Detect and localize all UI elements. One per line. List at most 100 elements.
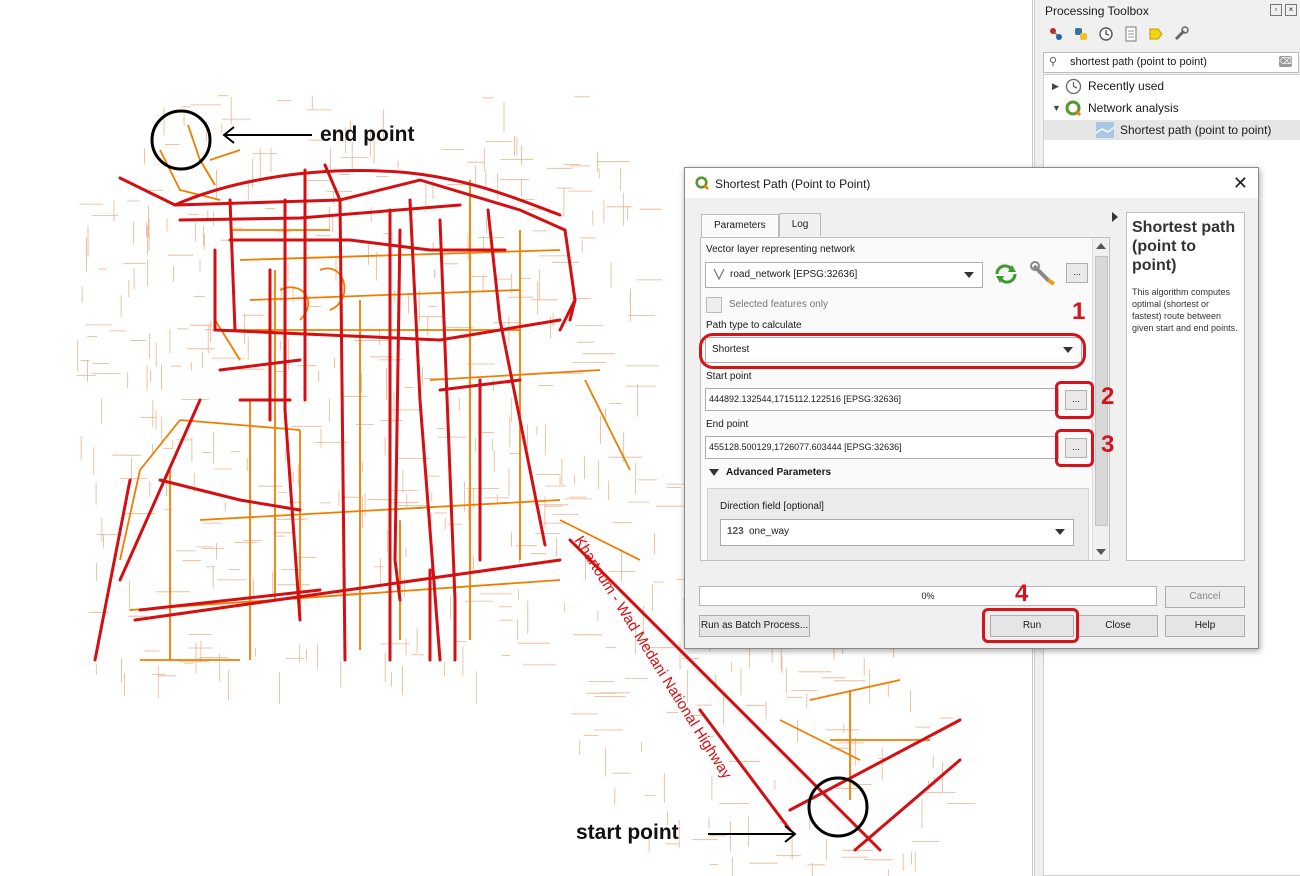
advanced-parameters-group: Direction field [optional] 123 one_way (707, 488, 1089, 560)
tree-item-label: Shortest path (point to point) (1120, 123, 1272, 137)
secondary-road (249, 289, 521, 301)
step-number-4: 4 (1015, 580, 1029, 607)
direction-field-select[interactable]: 123 one_way (720, 519, 1074, 546)
line-layer-icon (712, 267, 726, 284)
network-layer-select[interactable]: road_network [EPSG:32636] (705, 262, 983, 288)
step-number-1: 1 (1072, 298, 1086, 325)
network-layer-value: road_network [EPSG:32636] (730, 269, 858, 280)
python-icon[interactable] (1072, 26, 1089, 43)
chevron-down-icon (1055, 529, 1065, 535)
tree-item-label: Recently used (1088, 79, 1165, 93)
results-viewer-icon[interactable] (1122, 26, 1139, 43)
secondary-road (214, 250, 241, 361)
close-button[interactable]: Close (1078, 615, 1158, 637)
start-point-arrow (708, 825, 797, 843)
models-icon[interactable] (1047, 26, 1064, 43)
end-point-field-label: End point (706, 419, 749, 430)
primary-road (853, 758, 962, 852)
primary-road (118, 398, 202, 582)
help-panel: Shortest path (point to point) This algo… (1126, 212, 1245, 561)
panel-window-buttons: ▫ × (1270, 4, 1297, 16)
expand-right-icon[interactable]: ▶ (1052, 81, 1064, 92)
expand-down-icon[interactable]: ▼ (1052, 103, 1064, 113)
options-wrench-icon[interactable] (1172, 26, 1189, 43)
search-icon: ⚲ (1049, 56, 1058, 68)
scroll-up-icon[interactable] (1096, 243, 1106, 249)
qgis-icon (1064, 99, 1082, 117)
history-icon[interactable] (1097, 26, 1114, 43)
advanced-parameters-label: Advanced Parameters (726, 467, 832, 478)
clear-search-icon[interactable]: ⌫ (1279, 56, 1292, 67)
shortest-path-dialog: Shortest Path (Point to Point) ✕ Paramet… (684, 167, 1259, 649)
primary-road (218, 358, 302, 372)
tab-log[interactable]: Log (778, 213, 822, 236)
secondary-road (209, 149, 241, 161)
path-type-label: Path type to calculate (706, 320, 802, 331)
secondary-road (584, 379, 631, 471)
close-panel-icon[interactable]: × (1285, 4, 1297, 16)
start-point-field-label: Start point (706, 371, 752, 382)
wrench-icon[interactable] (1029, 260, 1057, 291)
primary-road (158, 478, 302, 512)
selected-features-label: Selected features only (729, 299, 828, 310)
tree-item-shortest-path[interactable]: Shortest path (point to point) (1044, 120, 1300, 140)
highlight-start-point-button (1055, 381, 1094, 419)
toolbox-toolbar (1047, 26, 1189, 43)
secondary-road (179, 419, 301, 431)
edit-features-icon[interactable] (1147, 26, 1164, 43)
help-button[interactable]: Help (1165, 615, 1245, 637)
dialog-title: Shortest Path (Point to Point) (715, 177, 871, 191)
highlight-end-point-button (1055, 429, 1094, 467)
end-point-label: end point (320, 123, 415, 146)
tree-item-network-analysis[interactable]: ▼ Network analysis (1052, 98, 1179, 118)
dialog-tabs: Parameters Log (701, 213, 822, 237)
help-description: This algorithm computes optimal (shortes… (1132, 287, 1238, 333)
algorithm-icon (1096, 121, 1114, 139)
help-title: Shortest path (point to point) (1132, 219, 1236, 274)
clock-icon (1064, 77, 1082, 95)
parameters-panel: Vector layer representing network road_n… (700, 237, 1110, 561)
start-point-value: 444892.132544,1715112.122516 [EPSG:32636… (709, 394, 902, 404)
primary-road (788, 718, 962, 812)
end-point-arrow (222, 126, 312, 144)
primary-road (178, 203, 462, 222)
start-point-label: start point (576, 821, 679, 844)
qgis-icon (695, 176, 709, 193)
network-layer-label: Vector layer representing network (706, 244, 855, 255)
advanced-parameters-toggle[interactable]: Advanced Parameters (709, 467, 831, 478)
tab-parameters[interactable]: Parameters (701, 214, 779, 237)
end-point-circle (150, 109, 212, 171)
direction-field-value: one_way (749, 526, 790, 537)
scroll-down-icon[interactable] (1096, 549, 1106, 555)
close-icon[interactable]: ✕ (1233, 173, 1248, 194)
numeric-field-icon: 123 (727, 526, 744, 537)
toolbox-title: Processing Toolbox (1045, 4, 1149, 18)
highlight-path-type (699, 333, 1086, 369)
end-point-input[interactable]: 455128.500129,1726077.603444 [EPSG:32636… (705, 436, 1059, 459)
dialog-titlebar: Shortest Path (Point to Point) ✕ (685, 168, 1258, 198)
search-value: shortest path (point to point) (1070, 56, 1207, 68)
primary-road (438, 218, 457, 662)
chevron-down-icon (964, 272, 974, 278)
start-point-input[interactable]: 444892.132544,1715112.122516 [EPSG:32636… (705, 388, 1059, 411)
step-number-2: 2 (1101, 383, 1115, 410)
toggle-help-panel-icon[interactable] (1112, 212, 1118, 222)
toolbox-search-input[interactable]: ⚲ shortest path (point to point) ⌫ (1043, 52, 1299, 73)
tree-item-recently-used[interactable]: ▶ Recently used (1052, 76, 1164, 96)
progress-bar: 0% (699, 586, 1157, 606)
primary-road (133, 558, 562, 622)
direction-field-label: Direction field [optional] (720, 501, 824, 512)
run-batch-button[interactable]: Run as Batch Process... (699, 615, 810, 637)
primary-road (486, 208, 547, 547)
primary-road (228, 238, 507, 252)
highlight-run-button (982, 608, 1079, 643)
selected-features-checkbox[interactable] (706, 297, 722, 313)
secondary-road (187, 124, 216, 186)
tree-item-label: Network analysis (1088, 101, 1179, 115)
iterate-icon[interactable] (993, 262, 1019, 289)
cancel-button[interactable]: Cancel (1165, 586, 1245, 608)
secondary-road (429, 369, 601, 381)
float-panel-icon[interactable]: ▫ (1270, 4, 1282, 16)
network-layer-options-button[interactable]: ... (1066, 263, 1088, 283)
collapse-icon (709, 468, 719, 476)
